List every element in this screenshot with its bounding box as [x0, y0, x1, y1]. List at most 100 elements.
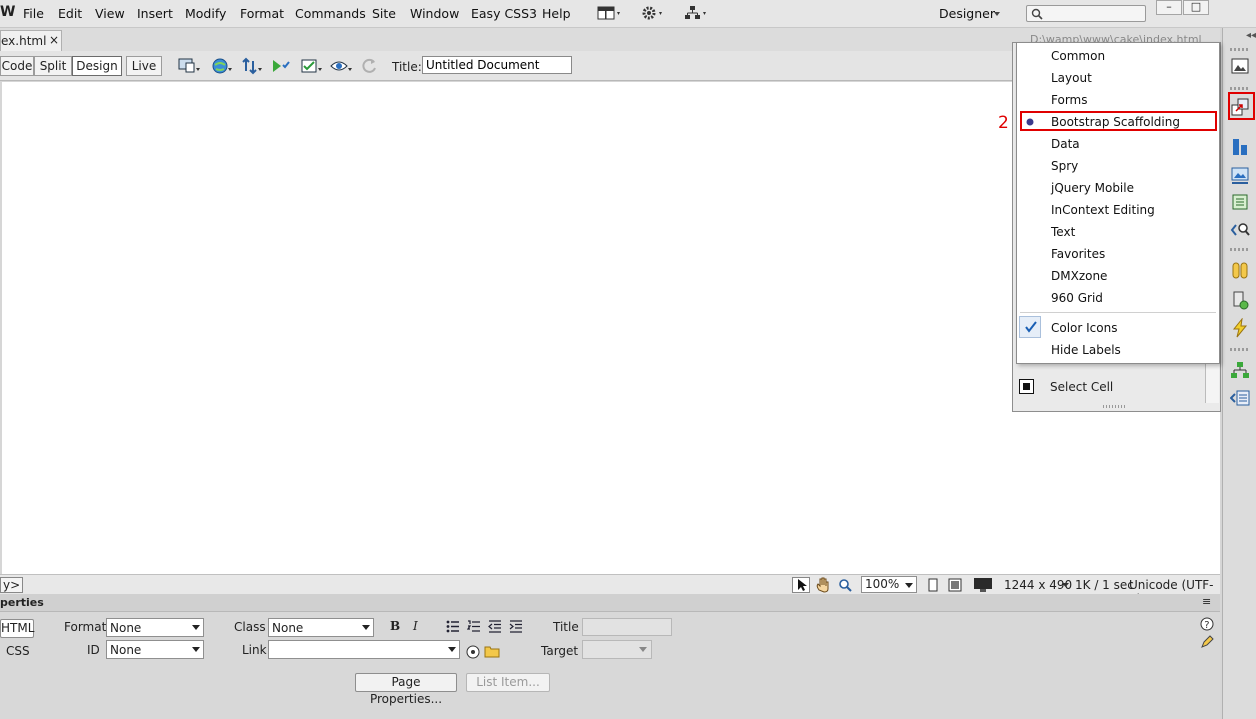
code-inspector-icon[interactable]: [1230, 220, 1250, 240]
desktop-size-icon[interactable]: [973, 577, 993, 593]
split-view-button[interactable]: Split: [34, 56, 72, 76]
menu-window[interactable]: Window: [410, 6, 459, 21]
maximize-button[interactable]: □: [1183, 0, 1209, 15]
title-attr-input[interactable]: [582, 618, 672, 636]
menu-file[interactable]: File: [23, 6, 44, 21]
close-icon[interactable]: ×: [49, 33, 59, 47]
databases-icon[interactable]: [1230, 260, 1250, 280]
id-select[interactable]: None: [106, 640, 204, 659]
preview-browser-icon[interactable]: [211, 57, 235, 75]
class-select[interactable]: None: [268, 618, 374, 637]
visual-aids-icon[interactable]: [330, 57, 354, 75]
check-browser-icon[interactable]: [300, 57, 324, 75]
menu-option-hide-labels[interactable]: Hide Labels: [1051, 343, 1121, 357]
w3c-validation-icon[interactable]: [271, 57, 295, 75]
menu-item-favorites[interactable]: Favorites: [1051, 247, 1105, 261]
layout-icon[interactable]: [597, 5, 623, 21]
refresh-icon[interactable]: [360, 57, 384, 75]
css-mode-button[interactable]: CSS: [6, 644, 30, 658]
insert-panel-scrollbar[interactable]: [1205, 363, 1219, 403]
mobile-size-icon[interactable]: [927, 578, 939, 592]
multiscreen-icon[interactable]: [178, 57, 202, 75]
folder-icon[interactable]: [484, 644, 500, 658]
dock-grip[interactable]: [1230, 348, 1250, 351]
menu-item-forms[interactable]: Forms: [1051, 93, 1087, 107]
menu-easycss3[interactable]: Easy CSS3: [471, 6, 537, 21]
site-map-icon[interactable]: [684, 5, 710, 21]
design-view-button[interactable]: Design: [72, 56, 122, 76]
bold-button[interactable]: B: [390, 619, 400, 633]
outdent-icon[interactable]: [488, 620, 502, 633]
hand-icon[interactable]: [814, 577, 832, 593]
menu-format[interactable]: Format: [240, 6, 284, 21]
menu-item-layout[interactable]: Layout: [1051, 71, 1092, 85]
ordered-list-icon[interactable]: [467, 620, 481, 633]
zoom-select[interactable]: 100%: [861, 576, 917, 593]
css-styles-icon[interactable]: [1230, 137, 1250, 157]
html-mode-button[interactable]: HTML: [0, 619, 34, 638]
snippets-panel-icon[interactable]: [1230, 192, 1250, 212]
link-input[interactable]: [268, 640, 460, 659]
title-label: Title:: [392, 60, 422, 74]
point-to-file-icon[interactable]: [465, 644, 481, 660]
indent-icon[interactable]: [509, 620, 523, 633]
menu-commands[interactable]: Commands: [295, 6, 366, 21]
document-tab[interactable]: ex.html ×: [0, 30, 62, 51]
menu-option-color-icons[interactable]: Color Icons: [1051, 321, 1117, 335]
tag-selector[interactable]: y>: [0, 577, 24, 593]
menu-item-spry[interactable]: Spry: [1051, 159, 1078, 173]
gear-icon[interactable]: [641, 5, 667, 21]
menu-insert[interactable]: Insert: [137, 6, 173, 21]
pointer-icon[interactable]: [792, 577, 810, 593]
behaviors-icon[interactable]: [1230, 318, 1250, 338]
menu-view[interactable]: View: [95, 6, 125, 21]
menu-item-dmxzone[interactable]: DMXzone: [1051, 269, 1107, 283]
panel-options-icon[interactable]: ≡: [1202, 595, 1211, 608]
collapse-dock-icon[interactable]: ◂◂: [1246, 30, 1256, 41]
page-properties-button[interactable]: Page Properties...: [355, 673, 457, 706]
files-panel-icon[interactable]: [1230, 56, 1250, 76]
live-view-button[interactable]: Live: [126, 56, 162, 76]
menu-item-common[interactable]: Common: [1051, 49, 1105, 63]
assets-panel-icon[interactable]: [1230, 165, 1250, 185]
tag-inspector-icon[interactable]: [1230, 388, 1250, 408]
document-title-input[interactable]: [422, 56, 572, 74]
workspace-switcher[interactable]: Designer: [939, 6, 995, 21]
help-icon[interactable]: ?: [1200, 617, 1214, 631]
select-cell-item[interactable]: Select Cell: [1050, 380, 1113, 394]
italic-button[interactable]: I: [413, 619, 418, 633]
workspace-chevron-down-icon[interactable]: [994, 12, 1002, 17]
target-select[interactable]: [582, 640, 652, 659]
menu-edit[interactable]: Edit: [58, 6, 82, 21]
site-structure-icon[interactable]: [1230, 360, 1250, 380]
menu-item-960-grid[interactable]: 960 Grid: [1051, 291, 1103, 305]
window-size-chevron-down-icon[interactable]: [1062, 583, 1070, 588]
unordered-list-icon[interactable]: [446, 620, 460, 633]
menu-modify[interactable]: Modify: [185, 6, 226, 21]
dock-grip[interactable]: [1230, 87, 1250, 90]
search-input[interactable]: [1026, 5, 1146, 22]
class-label: Class: [234, 620, 266, 634]
zoom-value: 100%: [865, 577, 900, 591]
file-management-icon[interactable]: [241, 57, 265, 75]
search-icon: [1031, 8, 1043, 20]
minimize-button[interactable]: –: [1156, 0, 1182, 15]
server-behaviors-icon[interactable]: [1230, 290, 1250, 310]
zoom-icon[interactable]: [836, 577, 854, 593]
dock-grip[interactable]: [1230, 248, 1250, 251]
menu-separator: [1020, 312, 1216, 313]
tablet-size-icon[interactable]: [948, 578, 962, 592]
menu-item-jquery-mobile[interactable]: jQuery Mobile: [1051, 181, 1134, 195]
format-select[interactable]: None: [106, 618, 204, 637]
dock-grip[interactable]: [1230, 48, 1250, 51]
panel-resize-grip[interactable]: [1103, 405, 1127, 408]
quick-tag-editor-icon[interactable]: [1200, 635, 1214, 649]
menu-bar: W File Edit View Insert Modify Format Co…: [0, 0, 1256, 28]
menu-item-text[interactable]: Text: [1051, 225, 1075, 239]
menu-item-incontext-editing[interactable]: InContext Editing: [1051, 203, 1155, 217]
code-view-button[interactable]: Code: [0, 56, 34, 76]
menu-item-data[interactable]: Data: [1051, 137, 1080, 151]
menu-help[interactable]: Help: [542, 6, 571, 21]
menu-site[interactable]: Site: [372, 6, 396, 21]
list-item-button[interactable]: List Item...: [466, 673, 550, 692]
